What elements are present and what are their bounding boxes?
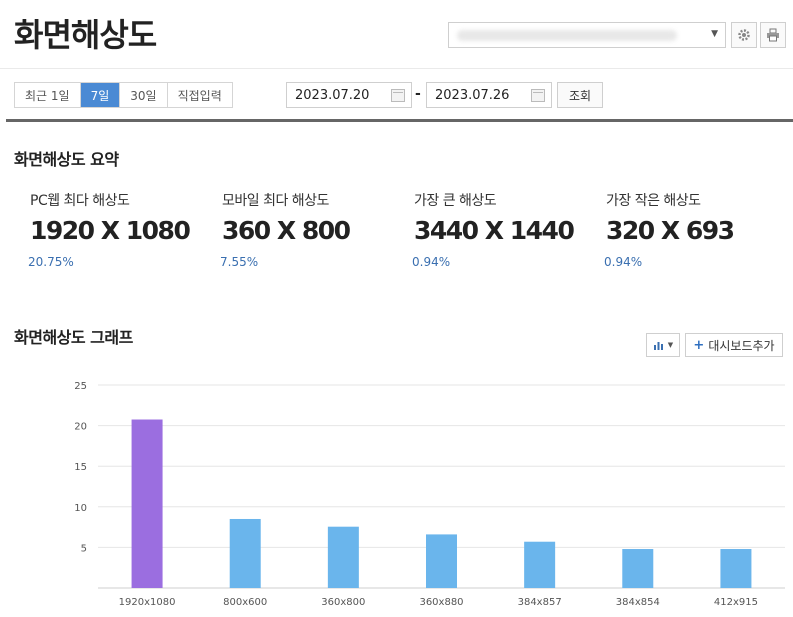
period-30day-button[interactable]: 30일 — [120, 83, 168, 107]
y-tick-label: 25 — [74, 381, 87, 392]
start-date-value: 2023.07.20 — [295, 87, 370, 103]
add-dashboard-label: 대시보드추가 — [708, 338, 775, 353]
x-tick-label: 360x800 — [321, 597, 365, 608]
period-custom-button[interactable]: 직접입력 — [167, 83, 232, 107]
plus-icon: + — [693, 337, 705, 353]
header: 화면해상도 ▼ — [0, 0, 793, 70]
summary-label: 모바일 최다 해상도 — [222, 193, 329, 209]
summary-label: PC웹 최다 해상도 — [30, 193, 130, 209]
summary-label: 가장 작은 해상도 — [606, 193, 701, 209]
start-date-field[interactable]: 2023.07.20 — [286, 82, 412, 108]
summary-item-mobile: 모바일 최다 해상도 360 X 800 7.55% — [220, 190, 412, 269]
summary-item-largest: 가장 큰 해상도 3440 X 1440 0.94% — [412, 190, 604, 269]
y-tick-label: 20 — [74, 422, 87, 433]
bar-chart-icon — [653, 342, 663, 350]
print-button[interactable] — [760, 22, 786, 48]
bar-800x600 — [229, 518, 261, 588]
summary-value: 320 X 693 — [606, 216, 735, 245]
summary-label: 가장 큰 해상도 — [414, 193, 497, 209]
summary-item-smallest: 가장 작은 해상도 320 X 693 0.94% — [604, 190, 793, 269]
x-tick-label: 800x600 — [223, 597, 267, 608]
site-select-value — [457, 30, 677, 41]
add-dashboard-button[interactable]: + 대시보드추가 — [685, 333, 783, 357]
resolution-bar-chart: 5 10 15 20 25 1920x1080 800x600 360x800 360x880 3… — [74, 381, 785, 608]
bar-1920x1080 — [131, 419, 163, 588]
x-tick-label: 384x854 — [616, 597, 660, 608]
bar-360x800 — [327, 526, 359, 588]
filter-row: 최근 1일 7일 30일 직접입력 2023.07.20 - 2023.07.2… — [0, 80, 793, 114]
period-1day-button[interactable]: 최근 1일 — [15, 83, 81, 107]
summary-pct: 7.55% — [220, 255, 259, 269]
bar-384x857 — [524, 541, 556, 588]
chevron-down-icon: ▼ — [667, 341, 674, 349]
x-tick-label: 1920x1080 — [119, 597, 176, 608]
calendar-icon[interactable] — [391, 89, 405, 102]
period-7day-button[interactable]: 7일 — [80, 83, 121, 107]
end-date-value: 2023.07.26 — [435, 87, 510, 103]
y-tick-label: 5 — [81, 543, 87, 554]
chart-type-button[interactable]: ▼ — [646, 333, 680, 357]
bar-360x880 — [426, 534, 457, 588]
y-tick-label: 10 — [74, 503, 87, 514]
bar-384x854 — [622, 549, 654, 588]
summary-title: 화면해상도 요약 — [14, 150, 119, 169]
end-date-field[interactable]: 2023.07.26 — [426, 82, 552, 108]
site-select[interactable]: ▼ — [448, 22, 726, 48]
settings-button[interactable] — [731, 22, 757, 48]
summary-pct: 20.75% — [28, 255, 74, 269]
summary-value: 1920 X 1080 — [30, 216, 191, 245]
graph-title: 화면해상도 그래프 — [14, 328, 133, 347]
calendar-icon[interactable] — [531, 89, 545, 102]
x-tick-label: 384x857 — [518, 597, 562, 608]
gear-icon — [738, 29, 750, 41]
x-tick-label: 360x880 — [419, 597, 463, 608]
summary-pct: 0.94% — [412, 255, 451, 269]
print-icon — [767, 28, 779, 42]
summary-panel: PC웹 최다 해상도 1920 X 1080 20.75% 모바일 최다 해상도… — [0, 190, 793, 280]
summary-pct: 0.94% — [604, 255, 643, 269]
summary-value: 360 X 800 — [222, 216, 351, 245]
summary-item-pc: PC웹 최다 해상도 1920 X 1080 20.75% — [28, 190, 220, 269]
filter-divider — [6, 119, 793, 122]
page-title: 화면해상도 — [14, 16, 157, 54]
date-separator: - — [415, 86, 421, 102]
period-group: 최근 1일 7일 30일 직접입력 — [14, 82, 233, 108]
bar-412x915 — [720, 549, 752, 588]
y-tick-label: 15 — [74, 462, 87, 473]
chevron-down-icon: ▼ — [711, 29, 718, 39]
search-button[interactable]: 조회 — [557, 82, 603, 108]
x-tick-label: 412x915 — [714, 597, 758, 608]
header-divider — [0, 68, 793, 69]
summary-value: 3440 X 1440 — [414, 216, 575, 245]
